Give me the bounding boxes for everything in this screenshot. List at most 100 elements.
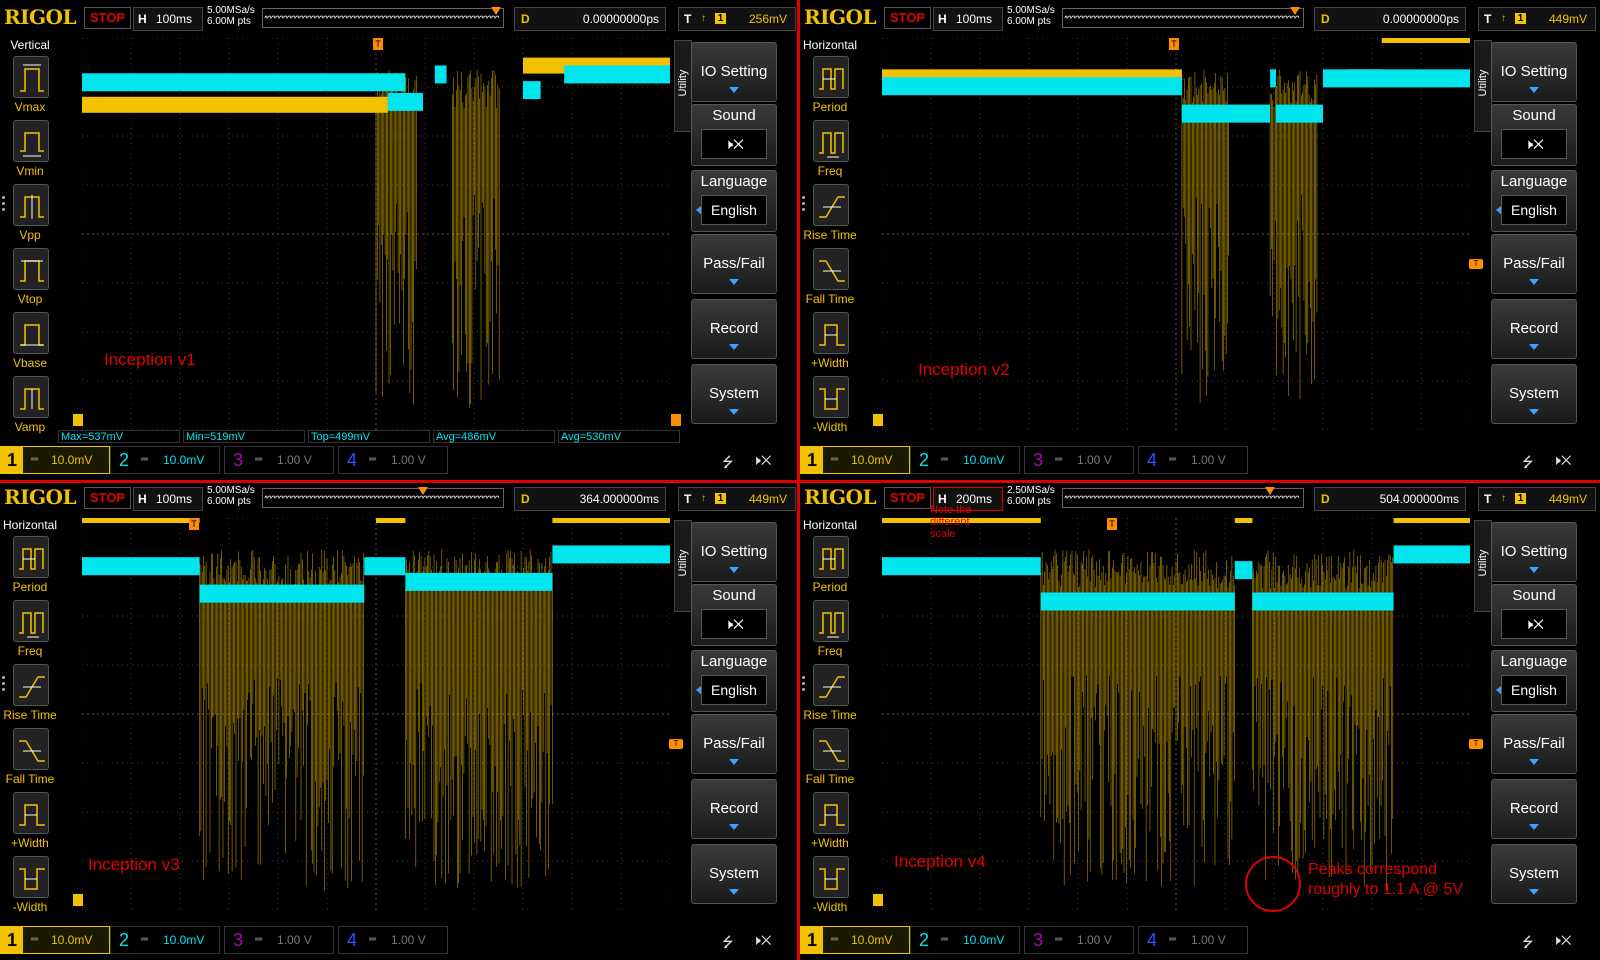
measure-freq-button[interactable]: Freq (800, 600, 860, 664)
system-button[interactable]: System (691, 364, 777, 424)
channel-4-tab[interactable]: 4 ═ 1.00 V (338, 446, 448, 474)
channel-3-tab[interactable]: 3 ═ 1.00 V (1024, 446, 1134, 474)
io-setting-button[interactable]: IO Setting (691, 522, 777, 582)
io-setting-button[interactable]: IO Setting (1491, 42, 1577, 102)
language-button[interactable]: Language English (691, 170, 777, 232)
language-button[interactable]: Language English (691, 650, 777, 712)
record-button[interactable]: Record (1491, 299, 1577, 359)
measure-rise-time-button[interactable]: Rise Time (0, 664, 60, 728)
measure-vmin-button[interactable]: Vmin (0, 120, 60, 184)
usb-icon[interactable]: ⭍ (722, 452, 734, 476)
utility-tab[interactable]: Utility (1474, 40, 1492, 132)
pass-fail-button[interactable]: Pass/Fail (1491, 714, 1577, 774)
pass-fail-button[interactable]: Pass/Fail (1491, 234, 1577, 294)
waveform-area[interactable] (82, 518, 670, 910)
pass-fail-button[interactable]: Pass/Fail (691, 714, 777, 774)
system-button[interactable]: System (1491, 844, 1577, 904)
horizontal-delay[interactable]: D 364.000000ms (514, 487, 666, 511)
channel-1-tab[interactable]: 1 ═ 10.0mV (0, 926, 110, 954)
channel-2-tab[interactable]: 2 ═ 10.0mV (110, 926, 220, 954)
measure-width-button[interactable]: -Width (0, 856, 60, 920)
horizontal-delay[interactable]: D 504.000000ms (1314, 487, 1466, 511)
sound-button[interactable]: Sound 🕨✕ (691, 104, 777, 166)
usb-icon[interactable]: ⭍ (1522, 932, 1534, 956)
usb-icon[interactable]: ⭍ (1522, 452, 1534, 476)
io-setting-button[interactable]: IO Setting (1491, 522, 1577, 582)
measure-freq-button[interactable]: Freq (800, 120, 860, 184)
trigger-key: T (1484, 12, 1492, 26)
sound-button[interactable]: Sound 🕨✕ (1491, 584, 1577, 646)
channel-3-tab[interactable]: 3 ═ 1.00 V (1024, 926, 1134, 954)
channel-1-tab[interactable]: 1 ═ 10.0mV (800, 926, 910, 954)
horizontal-timebase[interactable]: H 100ms (133, 487, 203, 511)
trigger-setting[interactable]: T ↑ 1 449mV (1478, 487, 1596, 511)
measure-vtop-button[interactable]: Vtop (0, 248, 60, 312)
sound-button[interactable]: Sound 🕨✕ (1491, 104, 1577, 166)
horizontal-timebase[interactable]: H 100ms (933, 7, 1003, 31)
language-button[interactable]: Language English (1491, 650, 1577, 712)
measure-freq-button[interactable]: Freq (0, 600, 60, 664)
channel-2-tab[interactable]: 2 ═ 10.0mV (910, 926, 1020, 954)
channel-1-tab[interactable]: 1 ═ 10.0mV (800, 446, 910, 474)
run-stop-status[interactable]: STOP (884, 7, 931, 29)
record-button[interactable]: Record (691, 779, 777, 839)
speaker-muted-icon[interactable]: 🕨✕ (752, 932, 772, 949)
record-button[interactable]: Record (691, 299, 777, 359)
channel-4-tab[interactable]: 4 ═ 1.00 V (338, 926, 448, 954)
memory-overview-bar[interactable] (1062, 487, 1304, 508)
system-button[interactable]: System (1491, 364, 1577, 424)
measure-width-button[interactable]: +Width (800, 312, 860, 376)
measure-rise-time-button[interactable]: Rise Time (800, 184, 860, 248)
measure-period-button[interactable]: Period (800, 56, 860, 120)
speaker-muted-icon[interactable]: 🕨✕ (752, 452, 772, 469)
channel-2-tab[interactable]: 2 ═ 10.0mV (910, 446, 1020, 474)
run-stop-status[interactable]: STOP (84, 487, 131, 509)
measure-fall-time-button[interactable]: Fall Time (800, 728, 860, 792)
speaker-muted-icon[interactable]: 🕨✕ (1552, 452, 1572, 469)
trigger-setting[interactable]: T ↑ 1 449mV (1478, 7, 1596, 31)
measure-vamp-button[interactable]: Vamp (0, 376, 60, 440)
memory-overview-bar[interactable] (262, 487, 504, 508)
measure-width-button[interactable]: -Width (800, 856, 860, 920)
io-setting-button[interactable]: IO Setting (691, 42, 777, 102)
memory-overview-bar[interactable] (1062, 7, 1304, 28)
memory-overview-bar[interactable] (262, 7, 504, 28)
width-icon (813, 312, 849, 354)
trigger-setting[interactable]: T ↑ 1 449mV (678, 487, 796, 511)
channel-3-tab[interactable]: 3 ═ 1.00 V (224, 926, 334, 954)
channel-3-tab[interactable]: 3 ═ 1.00 V (224, 446, 334, 474)
measure-rise-time-button[interactable]: Rise Time (800, 664, 860, 728)
channel-1-tab[interactable]: 1 ═ 10.0mV (0, 446, 110, 474)
language-button[interactable]: Language English (1491, 170, 1577, 232)
measure-vbase-button[interactable]: Vbase (0, 312, 60, 376)
measure-vmax-button[interactable]: Vmax (0, 56, 60, 120)
measure-fall-time-button[interactable]: Fall Time (0, 728, 60, 792)
waveform-area[interactable] (82, 38, 670, 430)
record-button[interactable]: Record (1491, 779, 1577, 839)
speaker-muted-icon[interactable]: 🕨✕ (1552, 932, 1572, 949)
utility-tab[interactable]: Utility (1474, 520, 1492, 612)
horizontal-delay[interactable]: D 0.00000000ps (1314, 7, 1466, 31)
pass-fail-button[interactable]: Pass/Fail (691, 234, 777, 294)
measure-width-button[interactable]: +Width (0, 792, 60, 856)
measure-fall-time-button[interactable]: Fall Time (800, 248, 860, 312)
measure-vpp-button[interactable]: Vpp (0, 184, 60, 248)
measure-period-button[interactable]: Period (800, 536, 860, 600)
channel-2-tab[interactable]: 2 ═ 10.0mV (110, 446, 220, 474)
sound-button[interactable]: Sound 🕨✕ (691, 584, 777, 646)
channel-4-tab[interactable]: 4 ═ 1.00 V (1138, 926, 1248, 954)
usb-icon[interactable]: ⭍ (722, 932, 734, 956)
horizontal-delay[interactable]: D 0.00000000ps (514, 7, 666, 31)
run-stop-status[interactable]: STOP (84, 7, 131, 29)
measure-width-button[interactable]: -Width (800, 376, 860, 440)
run-stop-status[interactable]: STOP (884, 487, 931, 509)
trigger-setting[interactable]: T ↑ 1 256mV (678, 7, 796, 31)
sound-label: Sound (1512, 587, 1556, 604)
system-button[interactable]: System (691, 844, 777, 904)
utility-tab[interactable]: Utility (674, 520, 692, 612)
channel-4-tab[interactable]: 4 ═ 1.00 V (1138, 446, 1248, 474)
measure-period-button[interactable]: Period (0, 536, 60, 600)
horizontal-timebase[interactable]: H 100ms (133, 7, 203, 31)
utility-tab[interactable]: Utility (674, 40, 692, 132)
measure-width-button[interactable]: +Width (800, 792, 860, 856)
